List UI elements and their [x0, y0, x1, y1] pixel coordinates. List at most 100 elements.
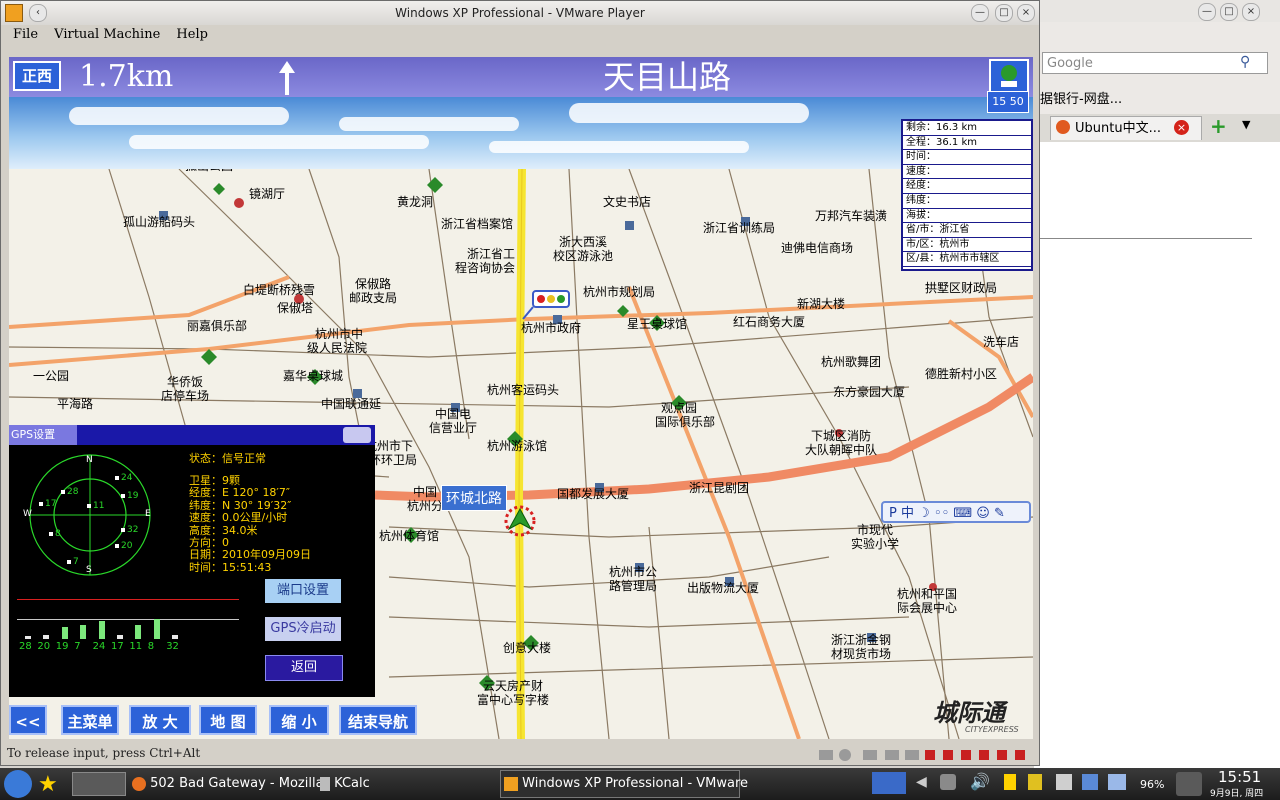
chevron-down-icon[interactable]: ▼ — [1242, 118, 1250, 131]
compass-label: E — [145, 509, 151, 519]
device-icons[interactable] — [819, 747, 1035, 761]
nav-clock: 15 50 — [987, 91, 1029, 113]
clock-time[interactable]: 15:51 — [1218, 768, 1261, 786]
satellite-dot — [121, 494, 125, 498]
menu-virtual-machine[interactable]: Virtual Machine — [54, 27, 160, 42]
port-settings-button[interactable]: 端口设置 — [265, 579, 341, 603]
map-label: 店停车场 — [161, 389, 210, 403]
map-button[interactable]: 地 图 — [199, 705, 257, 735]
documents-icon[interactable] — [1056, 774, 1072, 790]
map-label: 镜湖厅 — [249, 187, 286, 201]
clock-date[interactable]: 9月9日, 周四 — [1210, 786, 1263, 799]
info-row: 全程：36.1 km — [903, 136, 1031, 151]
end-navigation-button[interactable]: 结束导航 — [339, 705, 417, 735]
menu-bar: File Virtual Machine Help — [1, 27, 1039, 53]
map-label: 迪佛电信商场 — [781, 241, 854, 255]
tray-arrow-icon[interactable]: ◀ — [916, 774, 927, 790]
sky-satellite: 32 — [127, 525, 139, 535]
map-label: 信营业厅 — [429, 421, 478, 435]
collapse-icon[interactable] — [343, 427, 371, 443]
map-label: 级人民法院 — [307, 341, 368, 355]
close-icon[interactable]: × — [1242, 3, 1260, 21]
map-label: 校区游泳池 — [553, 249, 614, 263]
main-menu-button[interactable]: 主菜单 — [61, 705, 119, 735]
map-label: 洗车店 — [983, 335, 1020, 349]
map-label: 杭州市公 — [609, 565, 658, 579]
map-label: 浙江昆剧团 — [689, 481, 750, 495]
kde-menu-icon[interactable] — [4, 770, 32, 798]
sky-satellite: 20 — [121, 541, 133, 551]
info-row: 区/县：杭州市市辖区 — [903, 252, 1031, 267]
network-icon[interactable] — [940, 774, 956, 790]
signal-bar-labels: 28 20 19 7 24 17 11 8 32 — [19, 641, 239, 655]
signal-bar — [43, 635, 50, 639]
menu-file[interactable]: File — [13, 27, 38, 42]
new-tab-icon[interactable]: + — [1210, 114, 1227, 138]
guest-screen[interactable]: 孤山公园镜湖厅黄龙洞文史书店万邦汽车装潢孤山游船码头浙江省档案馆浙江省训练局浙大… — [9, 57, 1033, 739]
system-info-icon[interactable] — [1176, 772, 1202, 796]
maximize-icon[interactable]: □ — [995, 4, 1013, 22]
map-label: 国都发展大厦 — [557, 487, 630, 501]
task-firefox[interactable]: 502 Bad Gateway - Mozilla — [132, 772, 324, 796]
gps-cold-start-button[interactable]: GPS冷启动 — [265, 617, 341, 641]
favorites-star-icon[interactable]: ★ — [38, 772, 58, 797]
ubuntu-icon — [1056, 120, 1070, 134]
map-label: 下城区消防 — [811, 429, 872, 443]
compass-label: N — [86, 455, 93, 465]
map-label: 浙江省档案馆 — [441, 217, 514, 231]
task-vmware-label: Windows XP Professional - VMware — [522, 776, 749, 791]
menu-help[interactable]: Help — [176, 27, 208, 42]
map-label: 德胜新村小区 — [925, 367, 998, 381]
info-row: 市/区：杭州市 — [903, 238, 1031, 253]
zoom-out-button[interactable]: 缩 小 — [269, 705, 329, 735]
bookmark-link[interactable]: 据银行-网盘... — [1040, 88, 1122, 107]
volume-icon[interactable]: 🔊 — [970, 772, 990, 791]
notes-icon[interactable] — [1004, 774, 1016, 790]
maximize-icon[interactable]: □ — [1220, 3, 1238, 21]
map-label: 新湖大楼 — [797, 297, 846, 311]
map-label: 云天房产财 — [483, 679, 544, 693]
tray-display-icon[interactable] — [872, 772, 906, 794]
map-label: 实验小学 — [851, 537, 900, 551]
minimize-icon[interactable]: — — [1198, 3, 1216, 21]
clipboard-icon[interactable] — [1028, 774, 1042, 790]
map-label: 嘉华桌球城 — [283, 369, 344, 383]
map-label: 星王桌球馆 — [627, 317, 688, 331]
close-tab-icon[interactable]: × — [1174, 120, 1189, 135]
gps-signal-button[interactable] — [989, 59, 1029, 93]
map-label: 环环卫局 — [369, 453, 418, 467]
gps-panel-title: GPS设置 — [9, 425, 77, 445]
signal-bar — [153, 619, 160, 639]
map-label: 万邦汽车装潢 — [815, 209, 888, 223]
map-label: 富中心写字楼 — [477, 693, 550, 707]
back-arrow-button[interactable]: << — [9, 705, 47, 735]
map-label: 浙江省训练局 — [703, 221, 776, 235]
gps-readout-line: 时间：15:51:43 — [189, 560, 272, 574]
task-firefox-label: 502 Bad Gateway - Mozilla — [150, 776, 324, 791]
desktop-pager[interactable] — [72, 772, 126, 796]
map-label: 黄龙洞 — [397, 195, 434, 209]
cityexpress-logo-subtitle: CITYEXPRESS — [965, 725, 1019, 734]
sky-satellite: 28 — [67, 487, 79, 497]
network-manager-icon[interactable] — [1082, 774, 1098, 790]
close-icon[interactable]: × — [1017, 4, 1035, 22]
map-label: 保俶塔 — [277, 301, 314, 315]
search-icon[interactable]: ⚲ — [1240, 54, 1250, 70]
window-menu-icon[interactable]: ‹ — [29, 4, 47, 22]
wifi-icon[interactable] — [1108, 774, 1126, 790]
signal-bar-label: 17 — [111, 641, 124, 652]
sky-satellite: 7 — [73, 557, 79, 567]
google-search-input[interactable]: Google — [1042, 52, 1268, 74]
road-name: 天目山路 — [603, 58, 732, 96]
back-button[interactable]: 返回 — [265, 655, 343, 681]
zoom-in-button[interactable]: 放 大 — [129, 705, 191, 735]
map-label: 孤山游船码头 — [123, 215, 196, 229]
input-toolbar[interactable]: P 中 ☽ ◦◦ ⌨ ☺ ✎ — [881, 501, 1031, 523]
minimize-icon[interactable]: — — [971, 4, 989, 22]
map-label: 浙江浙金钢 — [831, 633, 892, 647]
satellite-dot — [121, 528, 125, 532]
satellite-dot — [49, 532, 53, 536]
map-label: 杭州歌舞团 — [821, 355, 882, 369]
task-kcalc[interactable]: KCalc — [320, 772, 370, 796]
battery-level[interactable]: 96% — [1140, 778, 1164, 791]
